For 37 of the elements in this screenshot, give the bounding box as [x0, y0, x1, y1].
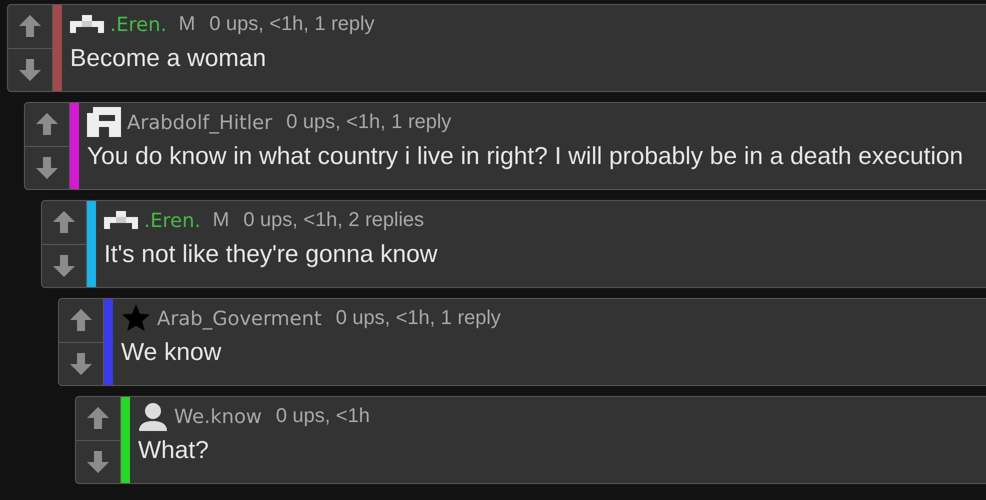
comment-meta: 0 ups, <1h, 1 reply: [286, 110, 452, 134]
up-arrow-icon: [18, 14, 42, 38]
username-link[interactable]: We.know: [174, 404, 262, 428]
up-arrow-icon: [69, 308, 93, 332]
comment-meta: 0 ups, <1h: [276, 404, 370, 428]
pixel-avatar-icon: [87, 107, 121, 137]
comment-meta: 0 ups, <1h, 1 reply: [336, 306, 501, 330]
pixel-avatar-icon: [70, 15, 104, 33]
up-arrow-icon: [52, 210, 76, 234]
comment-text: It's not like they're gonna know: [104, 241, 438, 269]
username-link[interactable]: Arabdolf_Hitler: [127, 110, 272, 134]
user-icon: [138, 401, 168, 431]
upvote-button[interactable]: [59, 299, 103, 342]
badge-label: M: [178, 12, 196, 36]
star-icon: [121, 303, 151, 333]
comment-text: We know: [121, 339, 222, 367]
upvote-button[interactable]: [8, 5, 52, 48]
down-arrow-icon: [69, 352, 93, 376]
username-link[interactable]: Arab_Goverment: [157, 306, 322, 330]
down-arrow-icon: [52, 254, 76, 278]
badge-label: M: [212, 208, 230, 232]
upvote-button[interactable]: [25, 103, 69, 146]
comment-meta: 0 ups, <1h, 2 replies: [243, 208, 424, 232]
down-arrow-icon: [18, 58, 42, 82]
up-arrow-icon: [86, 406, 110, 430]
down-arrow-icon: [35, 156, 59, 180]
down-arrow-icon: [86, 450, 110, 474]
upvote-button[interactable]: [76, 397, 120, 440]
username-link[interactable]: .Eren.: [110, 12, 167, 36]
upvote-button[interactable]: [42, 201, 86, 244]
pixel-avatar-icon: [104, 211, 138, 229]
username-link[interactable]: .Eren.: [144, 208, 201, 232]
comment-meta: 0 ups, <1h, 1 reply: [209, 12, 374, 36]
up-arrow-icon: [35, 112, 59, 136]
comment-text: You do know in what country i live in right? I will probably be in a death execution: [87, 143, 964, 171]
comment-text: What?: [138, 437, 210, 465]
comment-text: Become a woman: [70, 45, 268, 73]
